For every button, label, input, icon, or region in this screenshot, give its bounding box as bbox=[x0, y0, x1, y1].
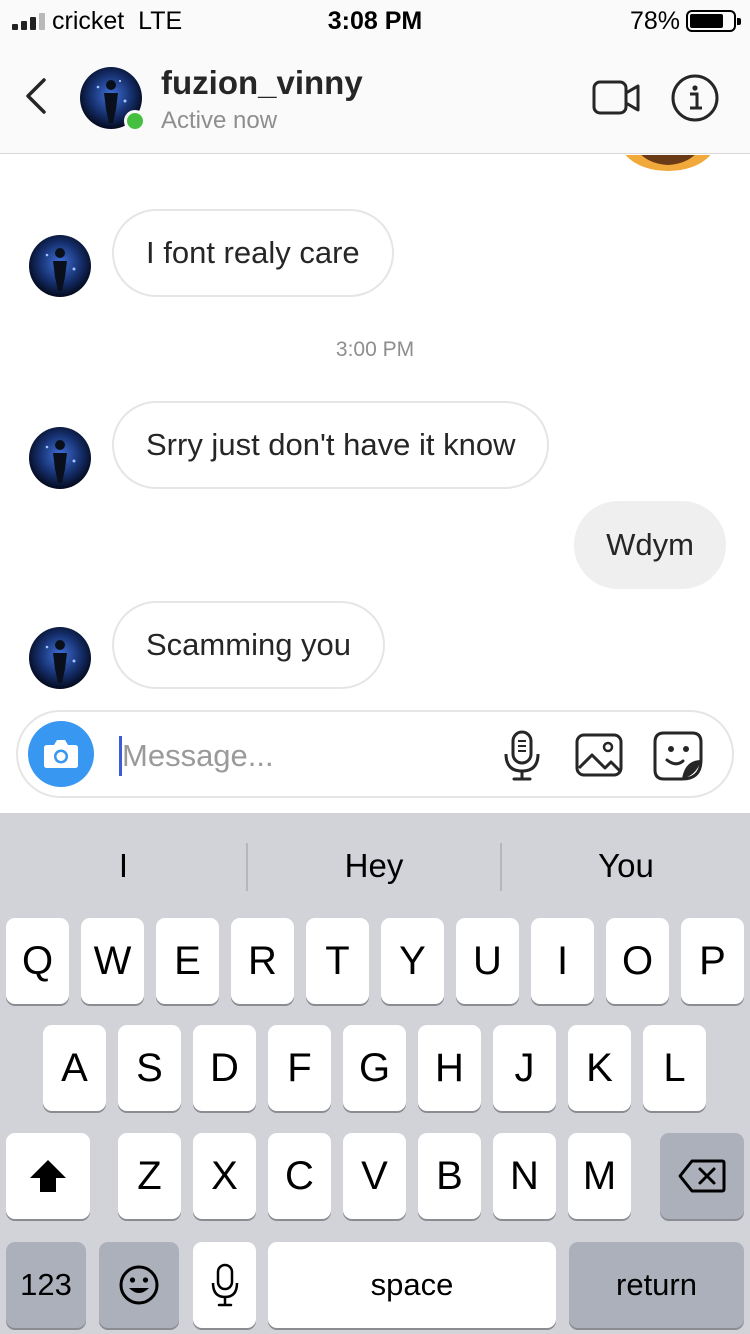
key-u[interactable]: U bbox=[456, 918, 519, 1004]
key-a[interactable]: A bbox=[43, 1025, 106, 1111]
battery-percentage: 78% bbox=[629, 7, 680, 35]
key-z[interactable]: Z bbox=[118, 1133, 181, 1219]
outgoing-message[interactable]: Wdym bbox=[574, 501, 726, 589]
key-r[interactable]: R bbox=[231, 918, 294, 1004]
avatar[interactable] bbox=[29, 427, 91, 489]
key-m[interactable]: M bbox=[568, 1133, 631, 1219]
key-n[interactable]: N bbox=[493, 1133, 556, 1219]
camera-button[interactable] bbox=[28, 721, 94, 787]
gallery-button[interactable] bbox=[574, 730, 624, 780]
key-x[interactable]: X bbox=[193, 1133, 256, 1219]
key-p[interactable]: P bbox=[681, 918, 744, 1004]
predictive-text-bar: I Hey You bbox=[0, 813, 750, 917]
microphone-icon bbox=[211, 1263, 238, 1307]
emoji-key[interactable] bbox=[99, 1242, 179, 1328]
key-o[interactable]: O bbox=[606, 918, 669, 1004]
status-bar: cricket LTE 3:08 PM 78% bbox=[0, 0, 750, 40]
active-status: Active now bbox=[161, 107, 278, 134]
gallery-icon bbox=[575, 733, 623, 777]
dictation-key[interactable] bbox=[193, 1242, 256, 1328]
message-input[interactable] bbox=[122, 734, 482, 778]
message-timestamp: 3:00 PM bbox=[335, 338, 415, 361]
video-call-button[interactable] bbox=[592, 78, 642, 118]
key-i[interactable]: I bbox=[531, 918, 594, 1004]
sticker-icon bbox=[653, 731, 703, 781]
backspace-icon bbox=[678, 1159, 726, 1193]
key-w[interactable]: W bbox=[81, 918, 144, 1004]
key-j[interactable]: J bbox=[493, 1025, 556, 1111]
key-e[interactable]: E bbox=[156, 918, 219, 1004]
online-status-dot bbox=[124, 110, 146, 132]
info-button[interactable] bbox=[670, 73, 720, 123]
key-v[interactable]: V bbox=[343, 1133, 406, 1219]
message-composer bbox=[16, 710, 734, 798]
return-key[interactable]: return bbox=[569, 1242, 744, 1328]
suggestion-3[interactable]: You bbox=[502, 841, 750, 891]
key-h[interactable]: H bbox=[418, 1025, 481, 1111]
conversation-header: fuzion_vinny Active now bbox=[0, 40, 750, 154]
backspace-key[interactable] bbox=[660, 1133, 744, 1219]
chevron-left-icon bbox=[26, 78, 46, 114]
incoming-message[interactable]: I font realy care bbox=[112, 209, 394, 297]
shift-arrow-icon bbox=[30, 1160, 66, 1192]
back-button[interactable] bbox=[18, 72, 54, 120]
suggestion-2[interactable]: Hey bbox=[248, 841, 500, 891]
key-g[interactable]: G bbox=[343, 1025, 406, 1111]
voice-message-button[interactable] bbox=[502, 730, 542, 782]
space-key[interactable]: space bbox=[268, 1242, 556, 1328]
key-c[interactable]: C bbox=[268, 1133, 331, 1219]
video-camera-icon bbox=[592, 80, 640, 115]
microphone-icon bbox=[504, 730, 540, 781]
sticker-button[interactable] bbox=[652, 730, 704, 782]
key-k[interactable]: K bbox=[568, 1025, 631, 1111]
message-thread[interactable]: I font realy care 3:00 PM Srry just don'… bbox=[0, 155, 750, 710]
camera-icon bbox=[44, 740, 78, 768]
avatar[interactable] bbox=[29, 627, 91, 689]
suggestion-1[interactable]: I bbox=[0, 841, 247, 891]
numbers-key[interactable]: 123 bbox=[6, 1242, 86, 1328]
key-l[interactable]: L bbox=[643, 1025, 706, 1111]
info-icon bbox=[671, 74, 719, 122]
smiley-icon bbox=[119, 1265, 159, 1305]
key-f[interactable]: F bbox=[268, 1025, 331, 1111]
incoming-message[interactable]: Scamming you bbox=[112, 601, 386, 689]
key-q[interactable]: Q bbox=[6, 918, 69, 1004]
key-b[interactable]: B bbox=[418, 1133, 481, 1219]
shift-key[interactable] bbox=[6, 1133, 90, 1219]
key-y[interactable]: Y bbox=[381, 918, 444, 1004]
key-t[interactable]: T bbox=[306, 918, 369, 1004]
key-s[interactable]: S bbox=[118, 1025, 181, 1111]
keyboard: I Hey You Q W E R T Y U I O P A S D F G … bbox=[0, 813, 750, 1334]
key-d[interactable]: D bbox=[193, 1025, 256, 1111]
incoming-message[interactable]: Srry just don't have it know bbox=[112, 401, 550, 489]
battery-icon bbox=[686, 10, 741, 32]
contact-username[interactable]: fuzion_vinny bbox=[161, 64, 363, 102]
avatar[interactable] bbox=[29, 235, 91, 297]
laughing-emoji-icon bbox=[625, 155, 711, 171]
